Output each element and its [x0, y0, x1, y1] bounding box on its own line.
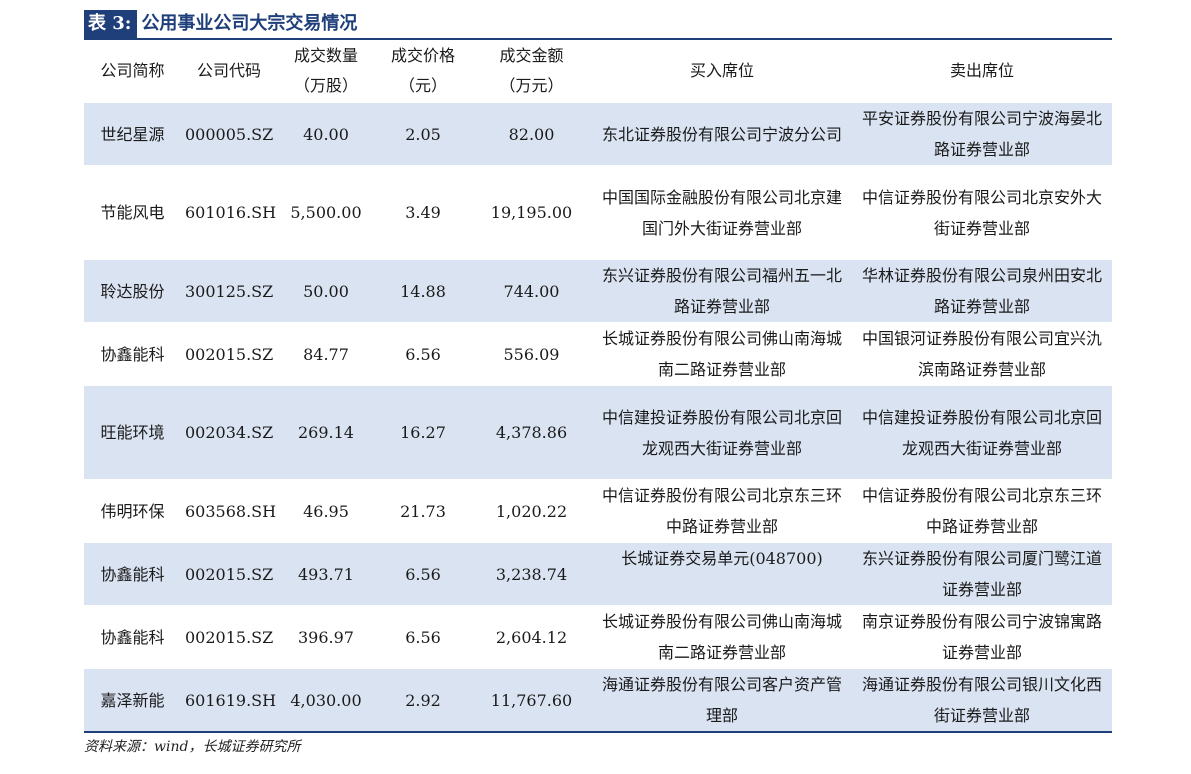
cell-seller: 平安证券股份有限公司宁波海晏北路证券营业部 [852, 102, 1112, 166]
cell-amount: 11,767.60 [471, 668, 592, 732]
cell-amount: 744.00 [471, 259, 592, 323]
cell-company-name: 协鑫能科 [84, 542, 181, 606]
cell-amount: 556.09 [503, 344, 560, 364]
cell-seller: 中信证券股份有限公司北京东三环中路证券营业部 [862, 486, 1103, 536]
cell-buyer: 中信证券股份有限公司北京东三环中路证券营业部 [602, 486, 843, 536]
cell-price: 2.05 [375, 102, 471, 166]
cell-buyer: 中信建投证券股份有限公司北京回龙观西大街证券营业部 [592, 385, 852, 480]
cell-amount: 3,238.74 [471, 542, 592, 606]
table-title-bar: 表 3: 公用事业公司大宗交易情况 [84, 10, 1112, 40]
table-number-label: 表 3: [84, 10, 138, 38]
cell-buyer: 长城证券股份有限公司佛山南海城南二路证券营业部 [602, 329, 843, 379]
table-row: 伟明环保 603568.SH 46.95 21.73 1,020.22 中信证券… [84, 479, 1112, 543]
cell-company-code: 002015.SZ [181, 542, 277, 606]
header-company-code: 公司代码 [196, 61, 261, 80]
cell-company-name: 协鑫能科 [100, 627, 165, 647]
cell-price: 16.27 [375, 385, 471, 480]
cell-amount: 19,195.00 [490, 203, 573, 222]
source-note: 资料来源：wind，长城证券研究所 [84, 739, 301, 755]
table-title: 公用事业公司大宗交易情况 [141, 13, 358, 34]
cell-volume: 396.97 [298, 627, 354, 647]
cell-price: 6.56 [405, 344, 441, 364]
table-row: 协鑫能科 002015.SZ 396.97 6.56 2,604.12 长城证券… [84, 605, 1112, 669]
cell-buyer: 东北证券股份有限公司宁波分公司 [592, 102, 852, 166]
cell-volume: 4,030.00 [277, 668, 375, 732]
cell-price: 6.56 [405, 627, 441, 647]
cell-price: 2.92 [375, 668, 471, 732]
cell-price: 21.73 [400, 501, 446, 521]
cell-seller: 东兴证券股份有限公司厦门鹭江道证券营业部 [852, 542, 1112, 606]
cell-amount: 4,378.86 [471, 385, 592, 480]
header-volume: 成交数量 （万股） [293, 46, 358, 95]
cell-price: 14.88 [375, 259, 471, 323]
block-trade-table: 公司简称 公司代码 成交数量 （万股） 成交价格 （元） 成交金额 （万元） 买… [84, 40, 1112, 733]
cell-buyer: 海通证券股份有限公司客户资产管理部 [592, 668, 852, 732]
cell-volume: 84.77 [303, 344, 349, 364]
table-row: 旺能环境 002034.SZ 269.14 16.27 4,378.86 中信建… [84, 385, 1112, 480]
cell-company-name: 伟明环保 [100, 501, 165, 521]
table-row: 嘉泽新能 601619.SH 4,030.00 2.92 11,767.60 海… [84, 668, 1112, 732]
cell-company-code: 601016.SH [185, 203, 277, 222]
header-price: 成交价格 （元） [390, 46, 455, 95]
cell-company-code: 002015.SZ [185, 627, 274, 647]
cell-volume: 40.00 [277, 102, 375, 166]
cell-volume: 493.71 [277, 542, 375, 606]
cell-seller: 南京证券股份有限公司宁波锦寓路证券营业部 [862, 612, 1103, 662]
cell-amount: 2,604.12 [495, 627, 568, 647]
cell-company-code: 601619.SH [181, 668, 277, 732]
cell-volume: 269.14 [277, 385, 375, 480]
cell-seller: 华林证券股份有限公司泉州田安北路证券营业部 [852, 259, 1112, 323]
table-row: 聆达股份 300125.SZ 50.00 14.88 744.00 东兴证券股份… [84, 259, 1112, 323]
cell-company-name: 世纪星源 [84, 102, 181, 166]
cell-seller: 中信建投证券股份有限公司北京回龙观西大街证券营业部 [852, 385, 1112, 480]
header-buyer: 买入席位 [689, 61, 754, 80]
table-row: 协鑫能科 002015.SZ 493.71 6.56 3,238.74 长城证券… [84, 542, 1112, 606]
cell-company-code: 000005.SZ [181, 102, 277, 166]
table-row: 协鑫能科 002015.SZ 84.77 6.56 556.09 长城证券股份有… [84, 322, 1112, 386]
cell-price: 3.49 [405, 203, 441, 222]
cell-company-code: 300125.SZ [181, 259, 277, 323]
table-row: 节能风电 601016.SH 5,500.00 3.49 19,195.00 中… [84, 165, 1112, 260]
cell-company-name: 嘉泽新能 [84, 668, 181, 732]
cell-seller: 中国银河证券股份有限公司宜兴氿滨南路证券营业部 [862, 329, 1103, 379]
cell-company-name: 协鑫能科 [100, 344, 165, 364]
cell-company-name: 聆达股份 [84, 259, 181, 323]
cell-volume: 50.00 [277, 259, 375, 323]
cell-company-code: 002034.SZ [181, 385, 277, 480]
table-header-row: 公司简称 公司代码 成交数量 （万股） 成交价格 （元） 成交金额 （万元） 买… [84, 40, 1112, 103]
cell-company-code: 002015.SZ [185, 344, 274, 364]
cell-buyer: 东兴证券股份有限公司福州五一北路证券营业部 [592, 259, 852, 323]
cell-buyer: 长城证券股份有限公司佛山南海城南二路证券营业部 [602, 612, 843, 662]
header-amount: 成交金额 （万元） [499, 46, 564, 95]
cell-company-name: 旺能环境 [84, 385, 181, 480]
cell-company-name: 节能风电 [100, 203, 165, 222]
cell-volume: 46.95 [303, 501, 349, 521]
cell-buyer: 中国国际金融股份有限公司北京建国门外大街证券营业部 [602, 187, 843, 238]
header-company-name: 公司简称 [100, 61, 165, 80]
cell-buyer: 长城证券交易单元(048700) [592, 542, 852, 606]
table-row: 世纪星源 000005.SZ 40.00 2.05 82.00 东北证券股份有限… [84, 102, 1112, 166]
header-seller: 卖出席位 [949, 61, 1014, 80]
table-container: 表 3: 公用事业公司大宗交易情况 公司简称 公司代码 成交数量 （万股） 成交… [84, 10, 1112, 733]
cell-company-code: 603568.SH [185, 501, 277, 521]
cell-seller: 中信证券股份有限公司北京安外大街证券营业部 [862, 187, 1103, 238]
cell-price: 6.56 [375, 542, 471, 606]
cell-amount: 82.00 [471, 102, 592, 166]
cell-seller: 海通证券股份有限公司银川文化西街证券营业部 [852, 668, 1112, 732]
cell-volume: 5,500.00 [290, 203, 362, 222]
cell-amount: 1,020.22 [495, 501, 568, 521]
